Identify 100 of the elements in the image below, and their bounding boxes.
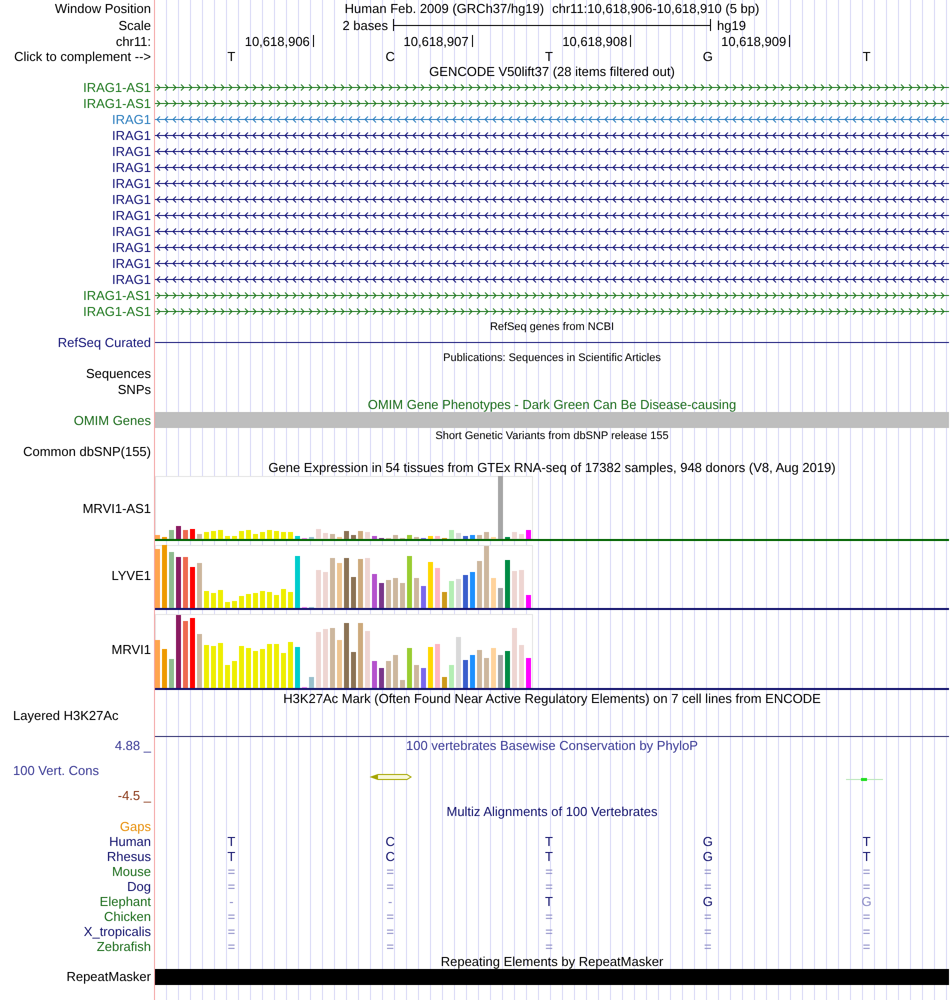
gene-line[interactable] xyxy=(155,276,949,282)
base-letter: T xyxy=(862,49,871,64)
species-label[interactable]: Human xyxy=(109,834,151,848)
gene-line[interactable] xyxy=(155,132,949,138)
species-label[interactable]: Zebrafish xyxy=(96,938,151,954)
track-title: Repeating Elements by RepeatMasker xyxy=(440,954,664,968)
expression-bar xyxy=(274,644,279,688)
track-label[interactable]: SNPs xyxy=(118,382,151,397)
gene-label[interactable]: IRAG1 xyxy=(112,208,151,222)
row-label[interactable]: Click to complement --> xyxy=(14,49,151,64)
track-label[interactable]: 100 Vert. Cons xyxy=(13,762,99,778)
gene-line[interactable] xyxy=(155,180,949,186)
gene-label[interactable]: IRAG1 xyxy=(112,192,151,206)
gene-label[interactable]: IRAG1 xyxy=(112,272,151,286)
alignment-base: = xyxy=(545,938,553,954)
track-label[interactable]: Layered H3K27Ac xyxy=(13,708,119,722)
track-title: Short Genetic Variants from dbSNP release 155 xyxy=(435,430,669,442)
gene-line[interactable] xyxy=(155,228,949,234)
gene-label[interactable]: IRAG1 xyxy=(112,256,151,270)
expression-bar xyxy=(281,532,286,538)
alignment-base: = xyxy=(862,878,870,894)
gene-line[interactable] xyxy=(155,164,949,170)
expression-bar xyxy=(393,578,398,608)
expression-bar xyxy=(316,632,321,688)
expression-bar xyxy=(260,532,265,538)
gene-line[interactable] xyxy=(155,212,949,218)
expression-bar xyxy=(204,532,209,538)
gene-label[interactable]: LYVE1 xyxy=(111,568,151,582)
gene-label[interactable]: IRAG1-AS1 xyxy=(83,288,151,302)
track-label[interactable]: Sequences xyxy=(86,366,151,382)
gene-line[interactable] xyxy=(155,148,949,154)
track-label[interactable]: RefSeq Curated xyxy=(58,335,151,350)
species-label[interactable]: Mouse xyxy=(112,864,151,878)
expression-bar xyxy=(407,648,412,688)
expression-bar xyxy=(281,652,286,688)
alignment-base: = xyxy=(228,924,236,938)
gene-label[interactable]: IRAG1 xyxy=(112,160,151,174)
alignment-base: = xyxy=(545,908,553,924)
expression-bar xyxy=(442,676,447,688)
gene-label[interactable]: IRAG1 xyxy=(112,176,151,190)
gene-label[interactable]: IRAG1-AS1 xyxy=(83,304,151,318)
expression-bar xyxy=(491,648,496,688)
species-label[interactable]: Rhesus xyxy=(106,848,151,864)
expression-bar xyxy=(351,652,356,688)
gene-label[interactable]: IRAG1-AS1 xyxy=(83,80,151,94)
coordinate-label: 10,618,909 xyxy=(721,34,786,48)
expression-bar xyxy=(232,600,237,608)
expression-bar xyxy=(267,592,272,608)
species-label[interactable]: Dog xyxy=(127,878,151,894)
track-title: Gene Expression in 54 tissues from GTEx RNA-seq of 17382 samples, 948 donors (V8, Aug 2019) xyxy=(268,460,836,475)
gene-label[interactable]: IRAG1-AS1 xyxy=(83,96,151,110)
track-label[interactable]: -4.5 _ xyxy=(118,788,151,802)
track-label[interactable]: 4.88 _ xyxy=(114,738,151,752)
expression-bar xyxy=(526,594,531,608)
expression-bar xyxy=(372,574,377,608)
expression-bar xyxy=(470,534,475,538)
expression-bar xyxy=(400,582,405,608)
species-label[interactable]: Elephant xyxy=(100,894,151,908)
expression-bar xyxy=(442,592,447,608)
expression-bar xyxy=(183,620,188,688)
expression-bar xyxy=(211,646,216,688)
alignment-base: = xyxy=(862,938,870,954)
expression-bar xyxy=(519,570,524,608)
track-label[interactable]: RepeatMasker xyxy=(66,969,151,984)
gene-label[interactable]: MRVI1-AS1 xyxy=(82,500,151,516)
species-label[interactable]: X_tropicalis xyxy=(84,924,151,938)
expression-bar xyxy=(337,562,342,608)
expression-bar xyxy=(463,574,468,608)
expression-bar xyxy=(505,650,510,688)
expression-bar xyxy=(477,534,482,538)
gene-label[interactable]: IRAG1 xyxy=(112,128,151,142)
track-title: H3K27Ac Mark (Often Found Near Active Regulatory Elements) on 7 cell lines from ENCODE xyxy=(283,691,821,706)
gene-line[interactable] xyxy=(155,196,949,202)
expression-bar xyxy=(456,578,461,608)
expression-bar xyxy=(316,570,321,608)
expression-bar xyxy=(428,536,433,538)
expression-bar xyxy=(232,536,237,538)
expression-bar xyxy=(267,530,272,538)
gene-label[interactable]: MRVI1 xyxy=(112,642,151,657)
expression-bar xyxy=(197,634,202,688)
assembly-label: hg19 xyxy=(717,18,746,32)
gene-label[interactable]: IRAG1 xyxy=(112,144,151,158)
species-label[interactable]: Chicken xyxy=(104,908,151,924)
expression-bar xyxy=(344,530,349,538)
alignment-base: G xyxy=(702,848,713,864)
expression-bar xyxy=(225,536,230,538)
gene-line[interactable] xyxy=(155,260,949,266)
base-letter: T xyxy=(545,49,553,64)
track-title: OMIM Gene Phenotypes - Dark Green Can Be Disease-causing xyxy=(368,397,736,412)
gene-label[interactable]: IRAG1 xyxy=(112,240,151,254)
gene-label[interactable]: IRAG1 xyxy=(112,224,151,238)
feature-bar[interactable] xyxy=(155,968,949,984)
track-label[interactable]: OMIM Genes xyxy=(74,412,151,428)
alignment-base: T xyxy=(545,834,553,848)
gene-label[interactable]: IRAG1 xyxy=(112,112,151,126)
alignment-base: T xyxy=(545,848,553,864)
track-label[interactable]: Common dbSNP(155) xyxy=(23,444,151,460)
expression-bar xyxy=(288,592,293,608)
alignment-base: = xyxy=(386,938,394,954)
gene-line[interactable] xyxy=(155,244,949,250)
